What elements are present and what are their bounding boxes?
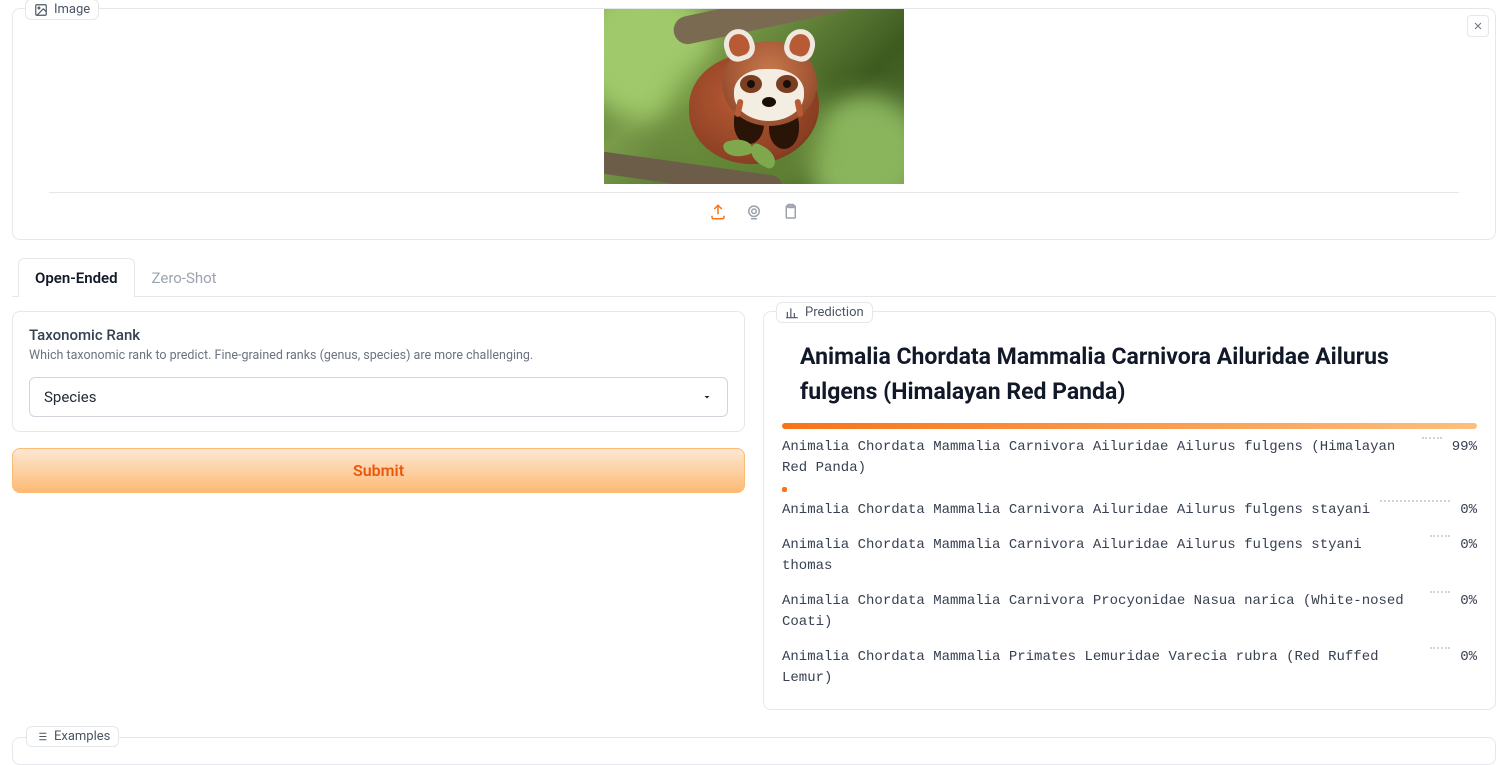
tab-zero-shot[interactable]: Zero-Shot xyxy=(135,258,234,297)
examples-panel xyxy=(12,737,1496,765)
prediction-panel: Prediction Animalia Chordata Mammalia Ca… xyxy=(763,311,1496,710)
prediction-row: Animalia Chordata Mammalia Carnivora Ail… xyxy=(782,533,1477,579)
prediction-row: Animalia Chordata Mammalia Carnivora Ail… xyxy=(782,435,1477,481)
chart-icon xyxy=(785,306,799,320)
webcam-button[interactable] xyxy=(745,203,763,225)
prediction-row: Animalia Chordata Mammalia Carnivora Pro… xyxy=(782,589,1477,635)
camera-icon xyxy=(745,203,763,221)
taxonomic-rank-panel: Taxonomic Rank Which taxonomic rank to p… xyxy=(12,311,745,432)
examples-label-text: Examples xyxy=(54,729,110,744)
image-panel-label-text: Image xyxy=(54,2,90,17)
rank-select[interactable]: Species xyxy=(29,377,728,417)
chevron-down-icon xyxy=(701,391,713,403)
tab-open-ended[interactable]: Open-Ended xyxy=(18,258,135,297)
uploaded-image[interactable] xyxy=(604,9,904,184)
image-panel: Image xyxy=(12,8,1496,240)
clipboard-button[interactable] xyxy=(781,203,799,225)
list-icon xyxy=(35,730,48,743)
prediction-bar-0 xyxy=(782,423,1477,429)
prediction-label: Animalia Chordata Mammalia Carnivora Pro… xyxy=(782,591,1420,633)
upload-button[interactable] xyxy=(709,203,727,225)
prediction-row: Animalia Chordata Mammalia Carnivora Ail… xyxy=(782,498,1477,523)
prediction-panel-label-text: Prediction xyxy=(805,305,864,320)
prediction-label: Animalia Chordata Mammalia Carnivora Ail… xyxy=(782,535,1420,577)
prediction-pct: 0% xyxy=(1460,535,1477,556)
prediction-pct: 0% xyxy=(1460,647,1477,668)
close-button[interactable] xyxy=(1467,15,1489,37)
mode-tabs: Open-Ended Zero-Shot xyxy=(12,258,1496,297)
prediction-pct: 0% xyxy=(1460,591,1477,612)
image-preview-area xyxy=(49,9,1459,184)
prediction-pct: 0% xyxy=(1460,500,1477,521)
image-icon xyxy=(34,3,48,17)
prediction-bar-1 xyxy=(782,487,787,492)
controls-column: Taxonomic Rank Which taxonomic rank to p… xyxy=(12,311,745,710)
close-icon xyxy=(1472,20,1484,32)
rank-select-value: Species xyxy=(44,388,96,406)
submit-button[interactable]: Submit xyxy=(12,448,745,493)
prediction-pct: 99% xyxy=(1452,437,1477,458)
prediction-label: Animalia Chordata Mammalia Primates Lemu… xyxy=(782,647,1420,689)
prediction-label: Animalia Chordata Mammalia Carnivora Ail… xyxy=(782,437,1412,479)
prediction-panel-label: Prediction xyxy=(776,302,873,323)
prediction-title: Animalia Chordata Mammalia Carnivora Ail… xyxy=(782,340,1477,409)
examples-panel-label: Examples xyxy=(26,726,119,747)
image-panel-label: Image xyxy=(25,0,99,20)
prediction-row: Animalia Chordata Mammalia Primates Lemu… xyxy=(782,645,1477,691)
image-toolbar xyxy=(49,193,1459,225)
upload-icon xyxy=(709,203,727,221)
rank-title: Taxonomic Rank xyxy=(29,326,728,344)
rank-subtitle: Which taxonomic rank to predict. Fine-gr… xyxy=(29,348,728,363)
prediction-label: Animalia Chordata Mammalia Carnivora Ail… xyxy=(782,500,1370,521)
clipboard-icon xyxy=(781,203,799,221)
